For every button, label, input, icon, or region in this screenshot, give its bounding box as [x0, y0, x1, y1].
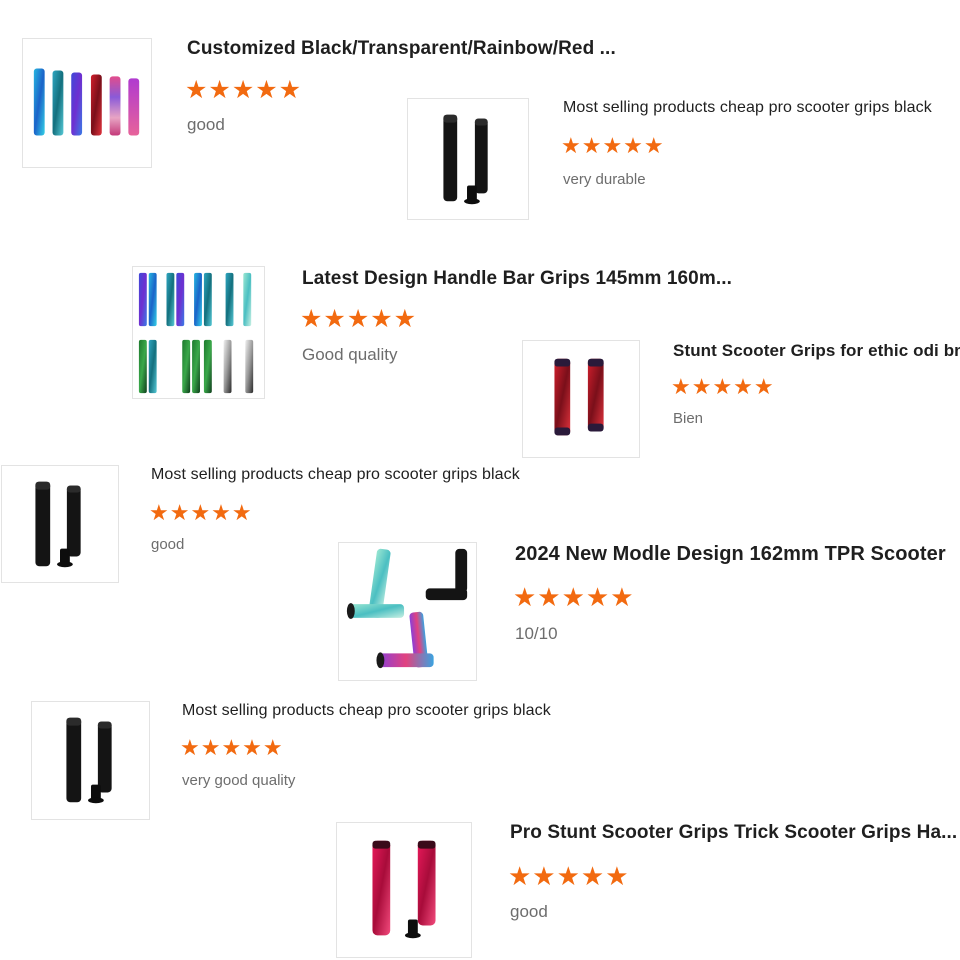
rating-stars: ★★★★★ [300, 305, 418, 333]
rating-stars: ★★★★★ [513, 582, 635, 612]
review-text: Bien [673, 410, 704, 427]
review-card[interactable]: Pro Stunt Scooter Grips Trick Scooter Gr… [336, 822, 960, 960]
review-product-title[interactable]: Latest Design Handle Bar Grips 145mm 160… [302, 268, 747, 290]
review-card[interactable]: 2024 New Modle Design 162mm TPR Scooter … [338, 542, 960, 684]
black-grips-pair-image[interactable] [1, 465, 119, 583]
review-card[interactable]: Most selling products cheap pro scooter … [31, 701, 591, 823]
multicolor-grips-grid-image[interactable] [132, 266, 265, 399]
review-text: good [151, 536, 185, 553]
review-product-title[interactable]: Pro Stunt Scooter Grips Trick Scooter Gr… [510, 822, 960, 844]
red-marble-grips-image[interactable] [522, 340, 640, 458]
review-text: very good quality [182, 772, 296, 789]
review-text: 10/10 [515, 624, 558, 643]
review-product-title[interactable]: 2024 New Modle Design 162mm TPR Scooter [515, 543, 960, 566]
rating-stars: ★★★★★ [671, 374, 775, 399]
rating-stars: ★★★★★ [180, 735, 284, 760]
rating-stars: ★★★★★ [185, 76, 303, 104]
rating-stars: ★★★★★ [561, 133, 665, 158]
review-product-title[interactable]: Customized Black/Transparent/Rainbow/Red… [187, 38, 617, 60]
review-text: very durable [563, 171, 646, 188]
review-text: Good quality [302, 345, 398, 364]
rating-stars: ★★★★★ [149, 500, 253, 525]
review-product-title[interactable]: Most selling products cheap pro scooter … [182, 702, 582, 720]
colorful-grips-row-image[interactable] [22, 38, 152, 168]
review-product-title[interactable]: Most selling products cheap pro scooter … [151, 466, 551, 484]
black-grips-pair-image[interactable] [407, 98, 529, 220]
rating-stars: ★★★★★ [508, 861, 630, 891]
black-grips-pair-image[interactable] [31, 701, 150, 820]
review-text: good [187, 115, 225, 134]
review-product-title[interactable]: Stunt Scooter Grips for ethic odi bmx [673, 341, 960, 361]
review-card[interactable]: Most selling products cheap pro scooter … [407, 98, 960, 222]
review-text: good [510, 902, 548, 921]
review-product-title[interactable]: Most selling products cheap pro scooter … [563, 99, 958, 117]
review-card[interactable]: Stunt Scooter Grips for ethic odi bmx ★★… [522, 340, 960, 460]
red-pink-grips-image[interactable] [336, 822, 472, 958]
mixed-color-grips-image[interactable] [338, 542, 477, 681]
